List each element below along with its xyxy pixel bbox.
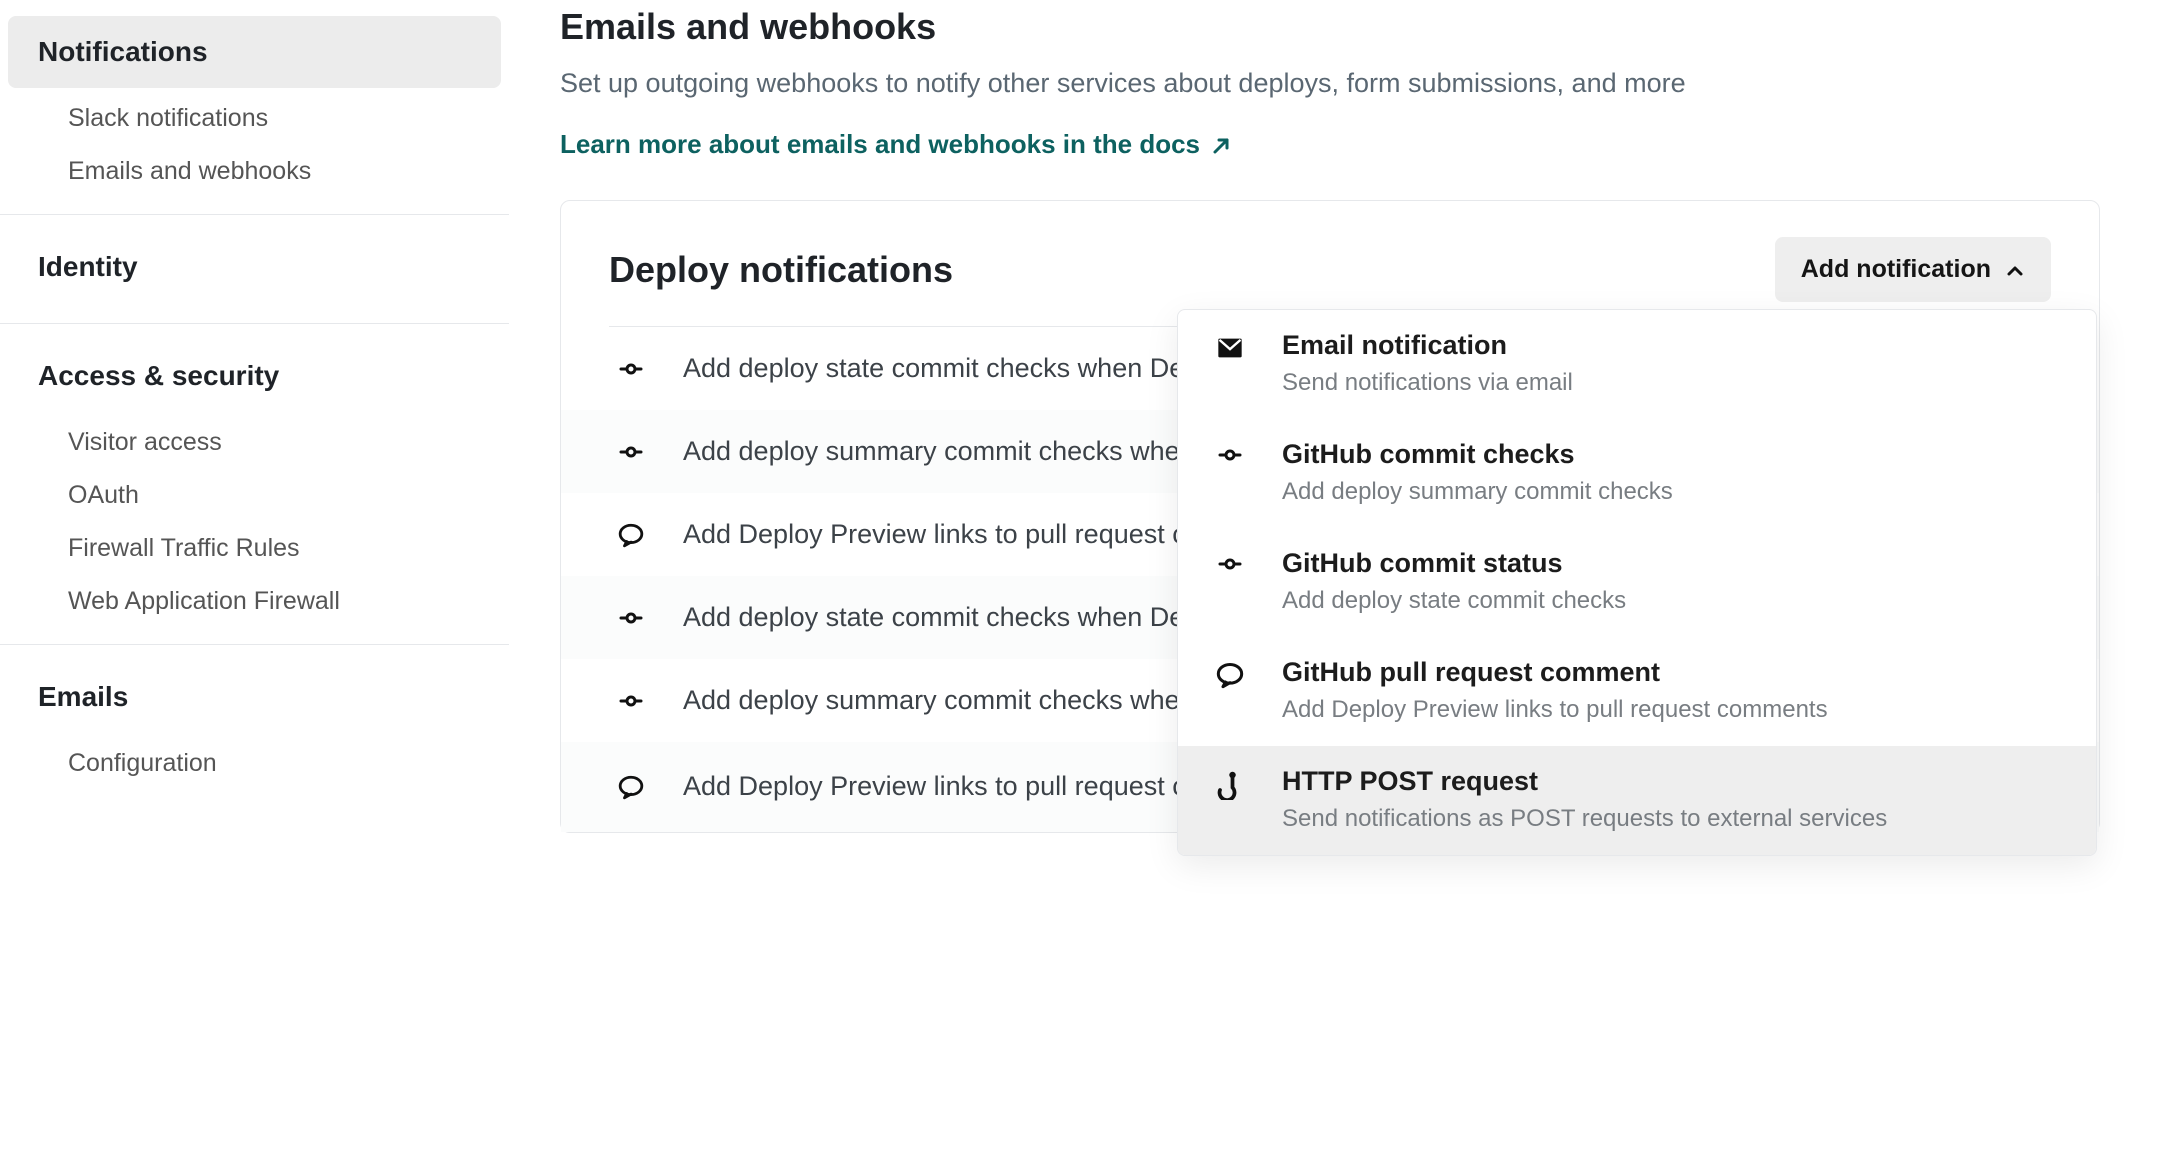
dropdown-item-http-post-request[interactable]: HTTP POST request Send notifications as …	[1178, 746, 2096, 855]
commit-icon	[609, 440, 653, 464]
sidebar-item-emails-and-webhooks[interactable]: Emails and webhooks	[8, 149, 501, 194]
dropdown-item-title: HTTP POST request	[1282, 766, 2068, 797]
mail-icon	[1206, 330, 1254, 362]
dropdown-item-github-pr-comment[interactable]: GitHub pull request comment Add Deploy P…	[1178, 637, 2096, 746]
hook-icon	[1206, 766, 1254, 800]
sidebar-group-identity: Identity	[0, 215, 509, 324]
sidebar: Notifications Slack notifications Emails…	[0, 0, 510, 1171]
commit-icon	[609, 357, 653, 381]
sidebar-heading-emails[interactable]: Emails	[8, 661, 501, 733]
dropdown-item-subtitle: Add deploy summary commit checks	[1282, 478, 2068, 506]
learn-more-text: Learn more about emails and webhooks in …	[560, 129, 1200, 160]
comment-icon	[1206, 657, 1254, 689]
sidebar-item-configuration[interactable]: Configuration	[8, 741, 501, 786]
sidebar-group-notifications: Notifications Slack notifications Emails…	[0, 0, 509, 215]
sidebar-heading-access-security[interactable]: Access & security	[8, 340, 501, 412]
card-title: Deploy notifications	[609, 249, 953, 291]
deploy-notifications-card: Deploy notifications Add notification Ad…	[560, 200, 2100, 833]
sidebar-group-access-security: Access & security Visitor access OAuth F…	[0, 324, 509, 645]
card-header: Deploy notifications Add notification	[561, 201, 2099, 326]
dropdown-item-title: GitHub commit checks	[1282, 439, 2068, 470]
dropdown-item-github-commit-status[interactable]: GitHub commit status Add deploy state co…	[1178, 528, 2096, 637]
dropdown-item-title: GitHub commit status	[1282, 548, 2068, 579]
comment-icon	[609, 774, 653, 800]
sidebar-heading-identity[interactable]: Identity	[8, 231, 501, 303]
learn-more-link[interactable]: Learn more about emails and webhooks in …	[560, 129, 1232, 160]
dropdown-item-subtitle: Send notifications via email	[1282, 369, 2068, 397]
dropdown-item-subtitle: Send notifications as POST requests to e…	[1282, 805, 2068, 833]
page-subtitle: Set up outgoing webhooks to notify other…	[560, 64, 1860, 103]
external-link-icon	[1212, 135, 1232, 155]
sidebar-item-slack-notifications[interactable]: Slack notifications	[8, 96, 501, 141]
sidebar-item-firewall-traffic-rules[interactable]: Firewall Traffic Rules	[8, 526, 501, 571]
dropdown-item-email-notification[interactable]: Email notification Send notifications vi…	[1178, 310, 2096, 419]
chevron-up-icon	[2005, 260, 2025, 280]
sidebar-group-emails: Emails Configuration	[0, 645, 509, 806]
commit-icon	[609, 689, 653, 713]
commit-icon	[1206, 439, 1254, 467]
comment-icon	[609, 522, 653, 548]
dropdown-item-github-commit-checks[interactable]: GitHub commit checks Add deploy summary …	[1178, 419, 2096, 528]
dropdown-item-subtitle: Add deploy state commit checks	[1282, 587, 2068, 615]
sidebar-item-visitor-access[interactable]: Visitor access	[8, 420, 501, 465]
main-content: Emails and webhooks Set up outgoing webh…	[510, 0, 2160, 1171]
commit-icon	[609, 606, 653, 630]
dropdown-item-subtitle: Add Deploy Preview links to pull request…	[1282, 696, 2068, 724]
dropdown-item-title: GitHub pull request comment	[1282, 657, 2068, 688]
add-notification-label: Add notification	[1801, 255, 1991, 284]
add-notification-button[interactable]: Add notification	[1775, 237, 2051, 302]
dropdown-item-title: Email notification	[1282, 330, 2068, 361]
page-title: Emails and webhooks	[560, 6, 2100, 48]
commit-icon	[1206, 548, 1254, 576]
sidebar-heading-notifications[interactable]: Notifications	[8, 16, 501, 88]
add-notification-dropdown: Email notification Send notifications vi…	[1177, 309, 2097, 856]
sidebar-item-web-application-firewall[interactable]: Web Application Firewall	[8, 579, 501, 624]
sidebar-item-oauth[interactable]: OAuth	[8, 473, 501, 518]
